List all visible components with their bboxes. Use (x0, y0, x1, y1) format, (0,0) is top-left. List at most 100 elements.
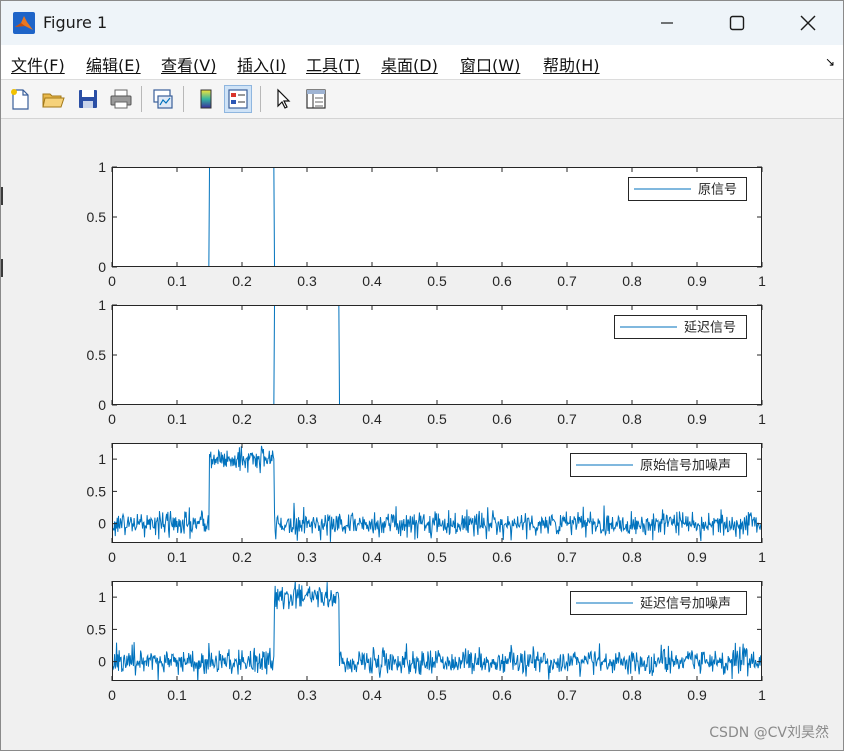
x-tick-label: 0.3 (297, 273, 317, 289)
figure-canvas[interactable]: 0 0.1 0.2 0.3 0.4 0.5 0.6 0.7 0.8 0.9 1 0 0.5 1 原信号 0 0.… (1, 119, 843, 750)
dock-arrow-icon[interactable]: ↘ (825, 55, 835, 69)
plot-area: 0 0.1 0.2 0.3 0.4 0.5 0.6 0.7 0.8 0.9 1 0 0.5 1 原信号 0 0.… (87, 159, 767, 703)
maximize-button[interactable] (707, 1, 767, 45)
property-inspector-icon (306, 89, 326, 109)
x-tick-label: 0.9 (687, 411, 707, 427)
window-edge-mark (1, 187, 3, 205)
x-tick-label: 0.5 (427, 411, 447, 427)
x-tick-label: 0.4 (362, 687, 382, 703)
x-tick-label: 0.2 (232, 549, 252, 565)
x-tick-label: 0.4 (362, 273, 382, 289)
x-tick-label: 0.7 (557, 273, 577, 289)
link-plot-button[interactable] (149, 85, 177, 113)
legend: 延迟信号 (614, 315, 747, 339)
subplot-2[interactable]: 0 0.1 0.2 0.3 0.4 0.5 0.6 0.7 0.8 0.9 1 0 0.5 1 延迟信号 (87, 297, 767, 427)
new-figure-icon (11, 89, 29, 110)
close-button[interactable] (778, 1, 838, 45)
y-tick-label: 0 (98, 654, 106, 670)
menu-window[interactable]: 窗口(W) (460, 52, 520, 76)
menu-edit[interactable]: 编辑(E) (86, 52, 141, 76)
y-tick-label: 0.5 (87, 209, 107, 225)
menu-help[interactable]: 帮助(H) (543, 52, 600, 76)
legend: 原信号 (628, 177, 747, 201)
maximize-icon (729, 15, 745, 31)
menu-insert[interactable]: 插入(I) (237, 52, 286, 76)
x-tick-label: 0.1 (167, 687, 187, 703)
minimize-icon (661, 22, 673, 24)
save-button[interactable] (74, 85, 102, 113)
new-figure-button[interactable] (6, 85, 34, 113)
x-tick-label: 0.1 (167, 411, 187, 427)
save-icon (79, 90, 97, 108)
x-tick-label: 0.9 (687, 273, 707, 289)
x-tick-label: 0.8 (622, 411, 642, 427)
open-file-button[interactable] (39, 85, 67, 113)
x-tick-label: 0.3 (297, 687, 317, 703)
x-tick-label: 0.6 (492, 273, 512, 289)
y-tick-label: 0 (98, 259, 106, 275)
menu-tools[interactable]: 工具(T) (306, 52, 360, 76)
x-tick-label: 0.2 (232, 687, 252, 703)
x-tick-label: 0.7 (557, 549, 577, 565)
colorbar-icon (200, 89, 212, 109)
figure-window: Figure 1 文件(F) 编辑(E) 查看(V) 插入(I) 工具(T) 桌… (0, 0, 844, 751)
menu-file[interactable]: 文件(F) (11, 52, 65, 76)
menu-view[interactable]: 查看(V) (161, 52, 216, 76)
y-tick-label: 0.5 (87, 347, 107, 363)
x-tick-label: 0 (108, 687, 116, 703)
close-icon (800, 15, 816, 31)
toolbar-separator (141, 86, 142, 112)
title-bar[interactable]: Figure 1 (1, 1, 843, 45)
x-tick-label: 0 (108, 411, 116, 427)
x-tick-label: 0.5 (427, 549, 447, 565)
minimize-button[interactable] (637, 1, 697, 45)
x-tick-label: 0.1 (167, 273, 187, 289)
subplot-3[interactable]: 0 0.1 0.2 0.3 0.4 0.5 0.6 0.7 0.8 0.9 1 0 0.5 1 原始信号加噪… (87, 443, 767, 565)
legend-label: 延迟信号加噪声 (640, 597, 731, 612)
y-tick-label: 0.5 (87, 483, 107, 499)
x-tick-label: 0.6 (492, 411, 512, 427)
y-tick-label: 1 (98, 589, 106, 605)
matlab-logo-icon (13, 12, 35, 34)
link-plot-icon (153, 89, 173, 109)
y-tick-label: 1 (98, 159, 106, 175)
x-tick-label: 0 (108, 549, 116, 565)
open-folder-icon (42, 93, 65, 108)
toolbar-separator (183, 86, 184, 112)
x-tick-label: 1 (758, 411, 766, 427)
x-tick-label: 1 (758, 549, 766, 565)
x-tick-label: 0.3 (297, 411, 317, 427)
legend-icon (228, 89, 248, 109)
legend-label: 原信号 (698, 183, 737, 198)
print-button[interactable] (107, 85, 135, 113)
x-tick-label: 0.2 (232, 273, 252, 289)
subplot-4[interactable]: 0 0.1 0.2 0.3 0.4 0.5 0.6 0.7 0.8 0.9 1 0 0.5 1 延迟信号加噪… (87, 581, 767, 703)
y-tick-label: 0.5 (87, 621, 107, 637)
y-tick-label: 1 (98, 297, 106, 313)
x-tick-label: 1 (758, 687, 766, 703)
watermark: CSDN @CV刘昊然 (709, 725, 829, 741)
x-tick-label: 1 (758, 273, 766, 289)
y-tick-label: 1 (98, 451, 106, 467)
pointer-icon (277, 88, 291, 109)
x-tick-label: 0.8 (622, 273, 642, 289)
x-tick-label: 0.9 (687, 549, 707, 565)
menu-desktop[interactable]: 桌面(D) (381, 52, 438, 76)
window-title: Figure 1 (43, 13, 108, 32)
legend-label: 延迟信号 (684, 321, 736, 336)
x-tick-label: 0.9 (687, 687, 707, 703)
menu-bar: 文件(F) 编辑(E) 查看(V) 插入(I) 工具(T) 桌面(D) 窗口(W… (1, 45, 843, 80)
x-tick-label: 0.6 (492, 549, 512, 565)
x-tick-label: 0.2 (232, 411, 252, 427)
insert-legend-button[interactable] (224, 85, 252, 113)
x-tick-label: 0.6 (492, 687, 512, 703)
x-tick-label: 0.5 (427, 273, 447, 289)
print-icon (110, 89, 132, 109)
edit-plot-button[interactable] (269, 85, 297, 113)
x-tick-label: 0.7 (557, 687, 577, 703)
x-tick-label: 0.4 (362, 549, 382, 565)
insert-colorbar-button[interactable] (192, 85, 220, 113)
y-tick-label: 0 (98, 516, 106, 532)
property-inspector-button[interactable] (302, 85, 330, 113)
subplot-1[interactable]: 0 0.1 0.2 0.3 0.4 0.5 0.6 0.7 0.8 0.9 1 0 0.5 1 原信号 (87, 159, 767, 289)
